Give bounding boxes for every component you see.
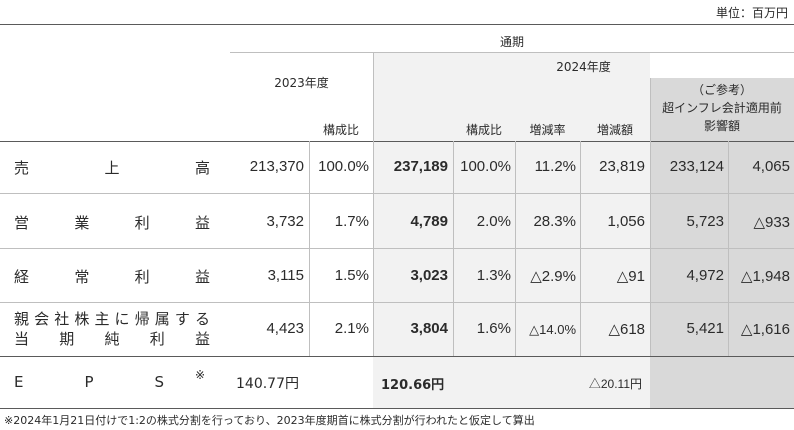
ordinary-ref: 4,972 bbox=[686, 267, 724, 284]
ordinary-2024: 3,023 bbox=[410, 267, 448, 284]
sales-2024: 237,189 bbox=[393, 158, 448, 175]
label-char: 業 bbox=[74, 214, 90, 232]
net-change-amount: △618 bbox=[608, 321, 645, 338]
header-ratio-2023: 構成比 bbox=[322, 123, 359, 137]
col-divider-fy2024 bbox=[373, 52, 374, 356]
net-2024: 3,804 bbox=[410, 320, 448, 337]
operating-change-amount: 1,056 bbox=[607, 213, 645, 230]
row-label-operating-income: 営 業 利 益 bbox=[14, 212, 210, 233]
label-char: 経 bbox=[14, 268, 30, 286]
sales-ref: 233,124 bbox=[669, 158, 724, 175]
net-change-rate: △14.0% bbox=[529, 322, 576, 337]
label-char: に bbox=[114, 310, 130, 328]
sales-change-rate: 11.2% bbox=[534, 158, 576, 175]
label-char: 高 bbox=[194, 159, 210, 177]
header-fy2024: 2024年度 bbox=[556, 60, 611, 74]
label-char: 常 bbox=[74, 268, 90, 286]
operating-ratio-2023: 1.7% bbox=[334, 213, 369, 230]
operating-2024: 4,789 bbox=[410, 213, 448, 230]
ordinary-ratio-2023: 1.5% bbox=[334, 267, 369, 284]
sales-change-amount: 23,819 bbox=[599, 158, 645, 175]
label-char: 株 bbox=[74, 310, 90, 328]
operating-ref: 5,723 bbox=[686, 213, 724, 230]
label-char: 利 bbox=[149, 330, 165, 348]
header-rule bbox=[0, 141, 794, 142]
sales-impact: 4,065 bbox=[752, 158, 790, 175]
ordinary-2023: 3,115 bbox=[267, 267, 304, 284]
net-2023: 4,423 bbox=[266, 320, 304, 337]
header-ref-2: 超インフレ会計適用前 bbox=[662, 101, 782, 115]
unit-label: 単位：百万円 bbox=[715, 6, 788, 20]
top-rule bbox=[0, 24, 794, 25]
sales-ratio-2023: 100.0% bbox=[318, 158, 369, 175]
label-char: 主 bbox=[94, 310, 110, 328]
label-char: 上 bbox=[104, 159, 120, 177]
net-ref: 5,421 bbox=[686, 320, 724, 337]
sales-2023: 213,370 bbox=[249, 158, 304, 175]
label-char: 当 bbox=[14, 330, 30, 348]
row-label-ordinary-income: 経 常 利 益 bbox=[14, 266, 210, 287]
eps-2024: 120.66円 bbox=[381, 378, 445, 393]
label-char: 社 bbox=[54, 310, 70, 328]
eps-footnote-mark: ※ bbox=[195, 368, 206, 382]
ordinary-ratio-2024: 1.3% bbox=[476, 267, 511, 284]
label-char: 会 bbox=[34, 310, 50, 328]
bottom-rule bbox=[0, 408, 794, 409]
net-income-label-line-1: 親 会 社 株 主 に 帰 属 す る bbox=[14, 309, 210, 329]
row-rule-3 bbox=[0, 302, 794, 303]
ordinary-impact: △1,948 bbox=[740, 268, 790, 285]
ordinary-change-rate: △2.9% bbox=[530, 268, 576, 285]
label-char: る bbox=[194, 310, 210, 328]
row-rule-4 bbox=[0, 356, 794, 357]
label-char: 利 bbox=[134, 214, 150, 232]
label-char: 純 bbox=[104, 330, 120, 348]
row-label-eps: E P S bbox=[14, 373, 164, 391]
period-rule bbox=[230, 52, 794, 53]
label-char: 期 bbox=[59, 330, 75, 348]
label-char: 営 bbox=[14, 214, 30, 232]
fy2024-shade bbox=[373, 52, 650, 408]
ordinary-change-amount: △91 bbox=[616, 268, 645, 285]
net-income-label-line-2: 当 期 純 利 益 bbox=[14, 329, 210, 349]
label-char: 属 bbox=[154, 310, 170, 328]
label-char: E bbox=[14, 373, 24, 391]
label-char: 帰 bbox=[134, 310, 150, 328]
label-char: 益 bbox=[194, 268, 210, 286]
eps-change-amount: △20.11円 bbox=[588, 377, 642, 391]
header-fy2023: 2023年度 bbox=[274, 76, 329, 90]
header-period: 通期 bbox=[499, 35, 524, 49]
label-char: 親 bbox=[14, 310, 30, 328]
label-char: S bbox=[154, 373, 164, 391]
label-char: す bbox=[174, 310, 190, 328]
row-label-sales: 売 上 高 bbox=[14, 157, 210, 178]
header-change-amount: 増減額 bbox=[596, 123, 633, 137]
header-ref-3: 影響額 bbox=[703, 119, 740, 133]
net-ratio-2024: 1.6% bbox=[476, 320, 511, 337]
label-char: 売 bbox=[14, 159, 30, 177]
eps-2023: 140.77円 bbox=[236, 376, 299, 392]
operating-ratio-2024: 2.0% bbox=[476, 213, 511, 230]
footnote: ※2024年1月21日付けで1:2の株式分割を行っており、2023年度期首に株式… bbox=[4, 414, 535, 427]
operating-impact: △933 bbox=[753, 214, 790, 231]
row-label-net-income: 親 会 社 株 主 に 帰 属 す る 当 期 純 利 益 bbox=[14, 309, 210, 349]
row-rule-1 bbox=[0, 193, 794, 194]
header-ref-1: （ご参考） bbox=[691, 83, 752, 97]
label-char: 益 bbox=[194, 330, 210, 348]
header-ratio-2024: 構成比 bbox=[465, 123, 502, 137]
net-ratio-2023: 2.1% bbox=[334, 320, 369, 337]
operating-change-rate: 28.3% bbox=[533, 213, 576, 230]
label-char: 利 bbox=[134, 268, 150, 286]
label-char: 益 bbox=[194, 214, 210, 232]
row-rule-2 bbox=[0, 248, 794, 249]
header-change-rate: 増減率 bbox=[529, 123, 566, 137]
operating-2023: 3,732 bbox=[266, 213, 304, 230]
sales-ratio-2024: 100.0% bbox=[460, 158, 511, 175]
net-impact: △1,616 bbox=[740, 321, 790, 338]
label-char: P bbox=[84, 373, 94, 391]
